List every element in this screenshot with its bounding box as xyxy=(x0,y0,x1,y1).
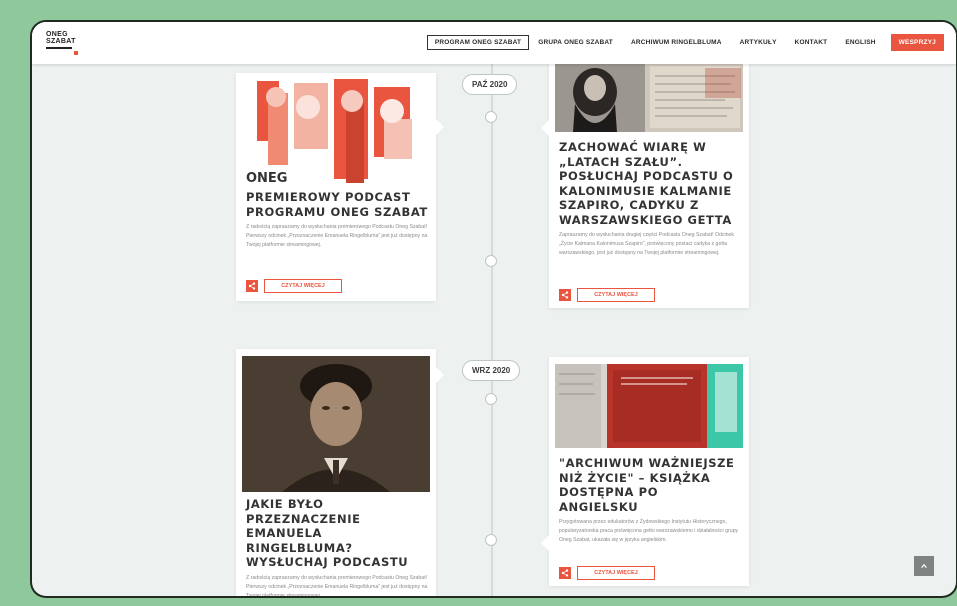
share-icon xyxy=(248,282,256,290)
read-more-button[interactable]: CZYTAJ WIĘCEJ xyxy=(577,566,655,580)
card-title[interactable]: JAKIE BYŁO PRZEZNACZENIE EMANUELA RINGEL… xyxy=(246,497,428,570)
timeline-node xyxy=(485,393,497,405)
read-more-button[interactable]: CZYTAJ WIĘCEJ xyxy=(577,288,655,302)
ringelblum-portrait-image xyxy=(242,356,430,492)
nav-english[interactable]: ENGLISH xyxy=(836,35,884,50)
share-button[interactable] xyxy=(246,280,258,292)
browser-viewport: ONEG SZABAT PROGRAM ONEG SZABAT GRUPA ON… xyxy=(32,22,956,596)
card-excerpt: Przygotowana przez edukatorów z Żydowski… xyxy=(559,519,739,543)
card-excerpt: Z radością zapraszamy do wysłuchania pre… xyxy=(246,574,428,597)
timeline-node xyxy=(485,111,497,123)
card-arrow xyxy=(436,367,444,383)
book-cover-image xyxy=(555,364,743,448)
timeline-line xyxy=(491,64,493,596)
oneg-image-text: ONEG xyxy=(246,171,288,186)
card-actions: CZYTAJ WIĘCEJ xyxy=(246,279,342,293)
timeline-date-paz-2020: PAŹ 2020 xyxy=(462,74,518,95)
post-card-premierowy-podcast[interactable]: ONEG PREMIEROWY PODCAST PROGRAMU ONEG SZ… xyxy=(236,73,444,301)
nav-grupa-oneg-szabat[interactable]: GRUPA ONEG SZABAT xyxy=(529,35,622,50)
card-content: "ARCHIWUM WAŻNIEJSZE NIŻ ŻYCIE" – KSIĄŻK… xyxy=(559,456,741,545)
card-actions: CZYTAJ WIĘCEJ xyxy=(559,566,655,580)
chevron-up-icon xyxy=(921,563,927,568)
card-content: ZACHOWAĆ WIARĘ W „LATACH SZAŁU”. POSŁUCH… xyxy=(559,140,741,258)
nav-artykuly[interactable]: ARTYKUŁY xyxy=(731,35,786,50)
card-title[interactable]: PREMIEROWY PODCAST PROGRAMU ONEG SZABAT xyxy=(246,190,428,219)
read-more-button[interactable]: CZYTAJ WIĘCEJ xyxy=(264,279,342,293)
share-icon xyxy=(561,569,569,577)
post-card-przeznaczenie-ringelbluma[interactable]: JAKIE BYŁO PRZEZNACZENIE EMANUELA RINGEL… xyxy=(236,349,444,596)
timeline-node xyxy=(485,534,497,546)
nav-archiwum-ringelbluma[interactable]: ARCHIWUM RINGELBLUMA xyxy=(622,35,731,50)
post-card-archiwum-wazniejsze[interactable]: "ARCHIWUM WAŻNIEJSZE NIŻ ŻYCIE" – KSIĄŻK… xyxy=(541,357,749,586)
site-header: ONEG SZABAT PROGRAM ONEG SZABAT GRUPA ON… xyxy=(32,22,956,64)
card-content: JAKIE BYŁO PRZEZNACZENIE EMANUELA RINGEL… xyxy=(246,497,428,596)
site-logo[interactable]: ONEG SZABAT xyxy=(46,31,84,57)
donate-button[interactable]: WESPRZYJ xyxy=(890,34,944,51)
nav-kontakt[interactable]: KONTAKT xyxy=(786,35,837,50)
logo-line-1: ONEG xyxy=(46,31,68,38)
card-actions: CZYTAJ WIĘCEJ xyxy=(559,288,655,302)
main-nav: PROGRAM ONEG SZABAT GRUPA ONEG SZABAT AR… xyxy=(426,34,944,51)
share-icon xyxy=(561,291,569,299)
card-content: PREMIEROWY PODCAST PROGRAMU ONEG SZABAT … xyxy=(246,190,428,250)
card-title[interactable]: ZACHOWAĆ WIARĘ W „LATACH SZAŁU”. POSŁUCH… xyxy=(559,140,741,227)
share-button[interactable] xyxy=(559,567,571,579)
logo-dot xyxy=(74,51,78,55)
back-to-top-button[interactable] xyxy=(914,556,934,576)
card-excerpt: Zapraszamy do wysłuchania drugiej części… xyxy=(559,232,735,256)
logo-bar xyxy=(46,47,72,49)
card-arrow xyxy=(541,120,549,136)
rabbi-photo-image xyxy=(555,62,743,132)
card-title[interactable]: "ARCHIWUM WAŻNIEJSZE NIŻ ŻYCIE" – KSIĄŻK… xyxy=(559,456,741,514)
timeline-node xyxy=(485,255,497,267)
nav-program-oneg-szabat[interactable]: PROGRAM ONEG SZABAT xyxy=(426,35,530,50)
card-arrow xyxy=(436,119,444,135)
share-button[interactable] xyxy=(559,289,571,301)
post-card-zachowac-wiare[interactable]: ZACHOWAĆ WIARĘ W „LATACH SZAŁU”. POSŁUCH… xyxy=(541,62,749,308)
timeline-date-wrz-2020: WRZ 2020 xyxy=(462,360,521,381)
logo-line-2: SZABAT xyxy=(46,38,76,45)
card-excerpt: Z radością zapraszamy do wysłuchania pre… xyxy=(246,224,428,248)
card-arrow xyxy=(541,535,549,551)
